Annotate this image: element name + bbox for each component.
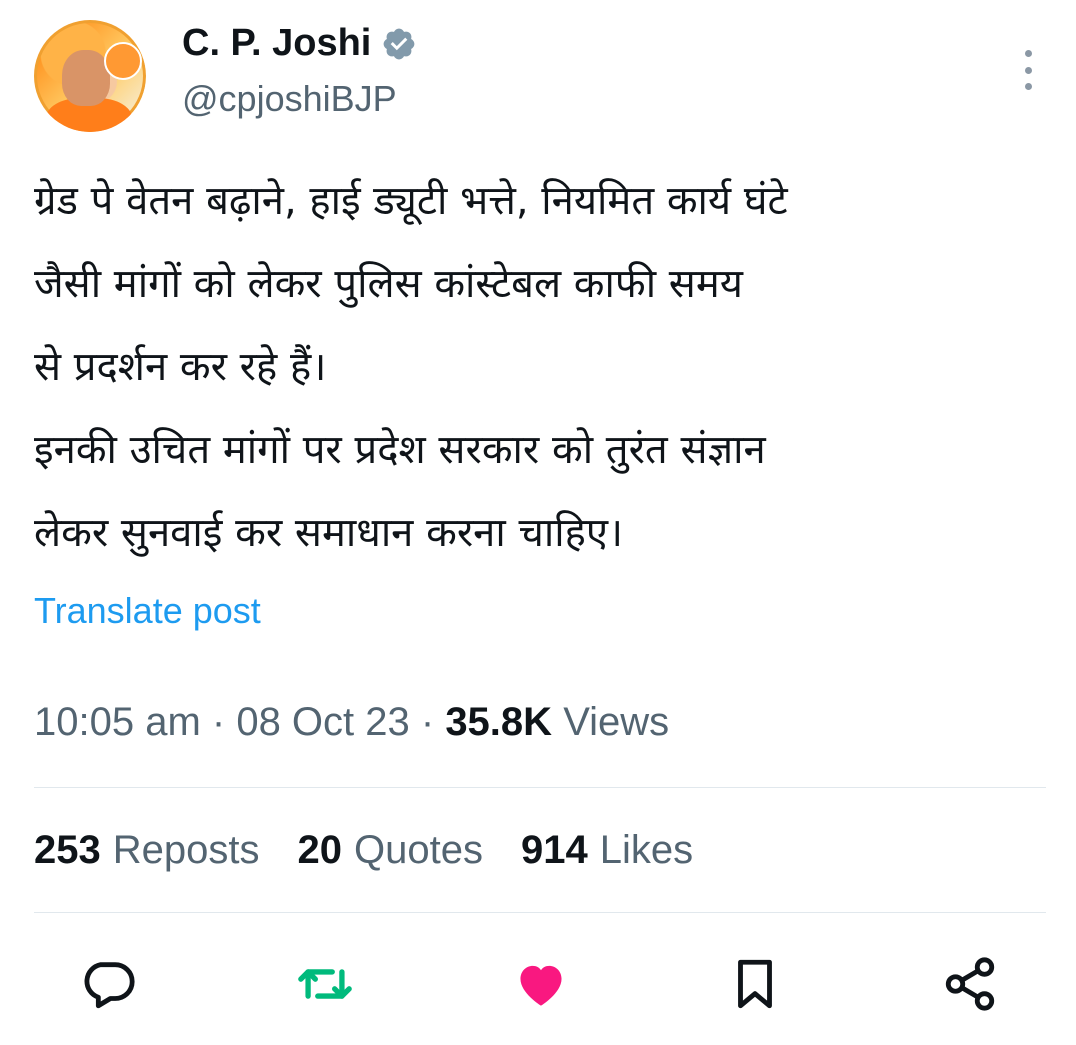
share-button[interactable] bbox=[940, 954, 1000, 1014]
engagement-stats: 253 Reposts 20 Quotes 914 Likes bbox=[34, 828, 693, 873]
more-dot-icon bbox=[1024, 66, 1032, 74]
post-text: ग्रेड पे वेतन बढ़ाने, हाई ड्यूटी भत्ते, … bbox=[34, 178, 788, 556]
divider bbox=[34, 912, 1046, 913]
more-dot-icon bbox=[1024, 83, 1032, 90]
reposts-stat[interactable]: 253 Reposts bbox=[34, 828, 260, 873]
avatar-face bbox=[62, 50, 110, 106]
reply-button[interactable] bbox=[78, 954, 138, 1014]
author-handle[interactable]: @cpjoshiBJP bbox=[182, 78, 397, 120]
divider bbox=[34, 787, 1046, 788]
action-bar bbox=[0, 950, 1076, 1020]
reposts-count: 253 bbox=[34, 828, 101, 872]
bookmark-button[interactable] bbox=[725, 954, 785, 1014]
like-icon bbox=[520, 965, 562, 1006]
avatar-emblem bbox=[104, 42, 142, 80]
likes-stat[interactable]: 914 Likes bbox=[521, 828, 693, 873]
verified-badge-icon bbox=[384, 28, 415, 59]
reply-icon bbox=[84, 962, 135, 1009]
views-label: Views bbox=[563, 700, 670, 744]
quotes-stat[interactable]: 20 Quotes bbox=[298, 828, 483, 873]
author-name-row[interactable]: C. P. Joshi bbox=[182, 22, 417, 65]
views-count: 35.8K bbox=[445, 700, 553, 744]
likes-count: 914 bbox=[520, 828, 588, 872]
author-avatar[interactable] bbox=[34, 20, 146, 132]
likes-label: Likes bbox=[599, 828, 694, 872]
share-icon bbox=[945, 957, 995, 1011]
like-button[interactable] bbox=[511, 954, 571, 1014]
repost-icon bbox=[298, 969, 352, 999]
translate-post-link[interactable]: Translate post bbox=[34, 590, 261, 632]
more-options-button[interactable] bbox=[1018, 50, 1038, 90]
reposts-label: Reposts bbox=[112, 828, 260, 872]
quotes-count: 20 bbox=[297, 828, 343, 872]
post-header: C. P. Joshi @cpjoshiBJP bbox=[34, 20, 1042, 135]
author-display-name[interactable]: C. P. Joshi bbox=[182, 22, 371, 65]
bookmark-icon bbox=[738, 959, 772, 1009]
post-meta: 10:05 am · 08 Oct 23 · 35.8K Views bbox=[34, 700, 669, 745]
more-dot-icon bbox=[1024, 50, 1032, 57]
repost-button[interactable] bbox=[295, 954, 355, 1014]
meta-separator: · bbox=[200, 700, 237, 744]
post-time[interactable]: 10:05 am bbox=[34, 700, 201, 744]
meta-separator: · bbox=[409, 700, 446, 744]
quotes-label: Quotes bbox=[354, 828, 483, 872]
post-date[interactable]: 08 Oct 23 bbox=[236, 700, 409, 744]
